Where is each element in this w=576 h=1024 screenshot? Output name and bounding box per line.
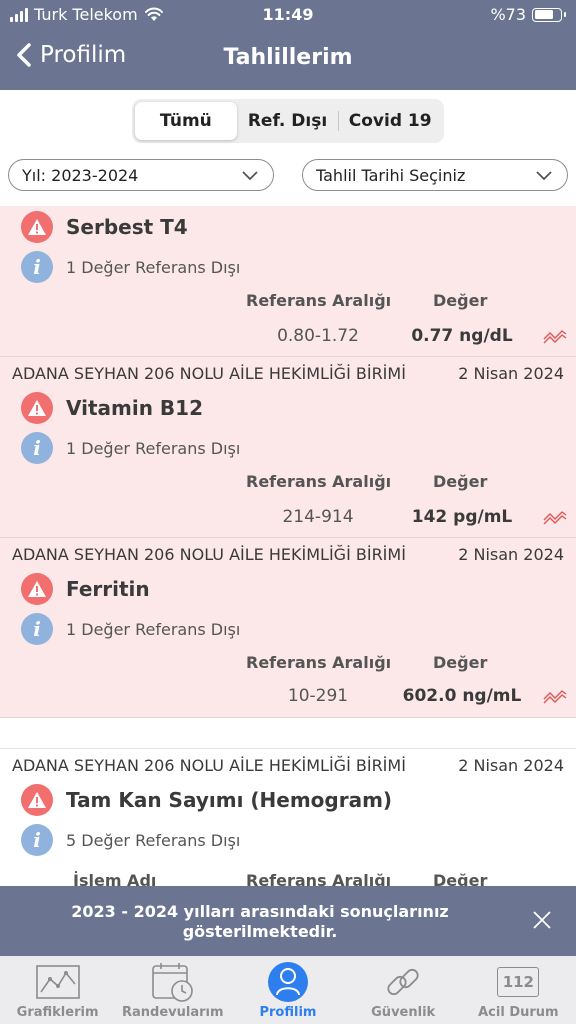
date-select-value: Tahlil Tarihi Seçiniz xyxy=(316,165,466,185)
test-name: Tam Kan Sayımı (Hemogram) xyxy=(66,788,393,812)
tab-label: Randevularım xyxy=(122,1005,224,1020)
card-header: ADANA SEYHAN 206 NOLU AİLE HEKİMLİĞİ BİR… xyxy=(12,545,564,564)
calendar-clock-icon xyxy=(151,963,193,1002)
result-card[interactable]: Serbest T4 i 1 Değer Referans Dışı Refer… xyxy=(0,206,576,357)
test-name: Serbest T4 xyxy=(66,215,188,239)
navigation-bar: Profilim Tahlillerim xyxy=(0,38,576,80)
warning-icon xyxy=(21,784,53,816)
result-date: 2 Nisan 2024 xyxy=(458,545,564,564)
filter-segment-control: Tümü Ref. Dışı Covid 19 xyxy=(132,99,444,143)
info-icon: i xyxy=(21,432,53,464)
status-bar: Turk Telekom 11:49 %73 xyxy=(0,0,576,32)
chain-link-icon xyxy=(387,968,419,996)
institution-name: ADANA SEYHAN 206 NOLU AİLE HEKİMLİĞİ BİR… xyxy=(12,364,406,383)
tab-appointments[interactable]: Randevularım xyxy=(115,956,230,1024)
segment-out-of-range[interactable]: Ref. Dışı xyxy=(237,102,339,140)
card-header: ADANA SEYHAN 206 NOLU AİLE HEKİMLİĞİ BİR… xyxy=(12,756,564,775)
info-icon: i xyxy=(21,251,53,283)
tab-emergency[interactable]: 112 Acil Durum xyxy=(461,956,576,1024)
test-name: Vitamin B12 xyxy=(66,396,204,420)
warning-icon xyxy=(21,211,53,243)
result-value: 0.77 ng/dL xyxy=(411,326,513,346)
date-select[interactable]: Tahlil Tarihi Seçiniz xyxy=(302,159,568,191)
result-card[interactable]: ADANA SEYHAN 206 NOLU AİLE HEKİMLİĞİ BİR… xyxy=(0,538,576,718)
info-icon: i xyxy=(21,613,53,645)
close-icon[interactable] xyxy=(532,910,552,930)
column-header-value: Değer xyxy=(433,291,488,310)
toast-message: 2023 - 2024 yılları arasındaki sonuçları… xyxy=(71,902,449,941)
year-select-value: Yıl: 2023-2024 xyxy=(22,165,139,185)
column-header-value: Değer xyxy=(433,653,488,672)
tab-security[interactable]: Güvenlik xyxy=(346,956,461,1024)
reference-range: 10-291 xyxy=(287,686,349,706)
warning-icon xyxy=(21,392,53,424)
column-header-ref: Referans Aralığı xyxy=(246,653,392,672)
warning-icon xyxy=(21,573,53,605)
tab-label: Acil Durum xyxy=(478,1005,559,1020)
trend-chart-icon[interactable] xyxy=(543,328,567,344)
column-header-ref: Referans Aralığı xyxy=(246,472,392,491)
out-of-range-count: 1 Değer Referans Dışı xyxy=(66,438,241,458)
reference-range: 214-914 xyxy=(282,507,354,527)
header-bar: Turk Telekom 11:49 %73 Profilim Tahlille… xyxy=(0,0,576,90)
tab-profile[interactable]: Profilim xyxy=(230,956,345,1024)
page-title: Tahlillerim xyxy=(223,45,353,70)
result-date: 2 Nisan 2024 xyxy=(458,756,564,775)
profile-icon xyxy=(267,962,308,1002)
year-select[interactable]: Yıl: 2023-2024 xyxy=(8,159,274,191)
tab-label: Güvenlik xyxy=(371,1005,436,1020)
test-name: Ferritin xyxy=(66,577,150,601)
out-of-range-count: 1 Değer Referans Dışı xyxy=(66,619,241,639)
result-value: 602.0 ng/mL xyxy=(402,686,522,706)
emergency-112-icon: 112 xyxy=(497,967,540,997)
info-icon: i xyxy=(21,824,53,856)
institution-name: ADANA SEYHAN 206 NOLU AİLE HEKİMLİĞİ BİR… xyxy=(12,756,406,775)
segment-all[interactable]: Tümü xyxy=(135,102,237,140)
column-header-value: Değer xyxy=(433,472,488,491)
chevron-down-icon xyxy=(242,171,258,181)
result-card[interactable]: ADANA SEYHAN 206 NOLU AİLE HEKİMLİĞİ BİR… xyxy=(0,357,576,538)
result-value: 142 pg/mL xyxy=(411,507,513,527)
segment-covid19[interactable]: Covid 19 xyxy=(339,102,441,140)
emergency-number: 112 xyxy=(502,973,534,991)
out-of-range-count: 5 Değer Referans Dışı xyxy=(66,830,241,850)
tab-label: Grafiklerim xyxy=(16,1005,99,1020)
card-header: ADANA SEYHAN 206 NOLU AİLE HEKİMLİĞİ BİR… xyxy=(12,364,564,383)
tab-graphs[interactable]: Grafiklerim xyxy=(0,956,115,1024)
institution-name: ADANA SEYHAN 206 NOLU AİLE HEKİMLİĞİ BİR… xyxy=(12,545,406,564)
reference-range: 0.80-1.72 xyxy=(277,326,359,346)
tab-bar: Grafiklerim Randevularım Profilim Güvenl… xyxy=(0,956,576,1024)
battery-icon xyxy=(532,7,566,22)
result-card[interactable]: ADANA SEYHAN 206 NOLU AİLE HEKİMLİĞİ BİR… xyxy=(0,748,576,908)
trend-chart-icon[interactable] xyxy=(543,688,567,704)
chart-icon xyxy=(35,965,80,999)
chevron-down-icon xyxy=(536,171,552,181)
battery-percent: %73 xyxy=(490,5,526,24)
out-of-range-count: 1 Değer Referans Dışı xyxy=(66,257,241,277)
result-date: 2 Nisan 2024 xyxy=(458,364,564,383)
column-header-ref: Referans Aralığı xyxy=(246,291,392,310)
info-toast: 2023 - 2024 yılları arasındaki sonuçları… xyxy=(0,886,576,956)
tab-label: Profilim xyxy=(259,1005,317,1020)
trend-chart-icon[interactable] xyxy=(543,509,567,525)
